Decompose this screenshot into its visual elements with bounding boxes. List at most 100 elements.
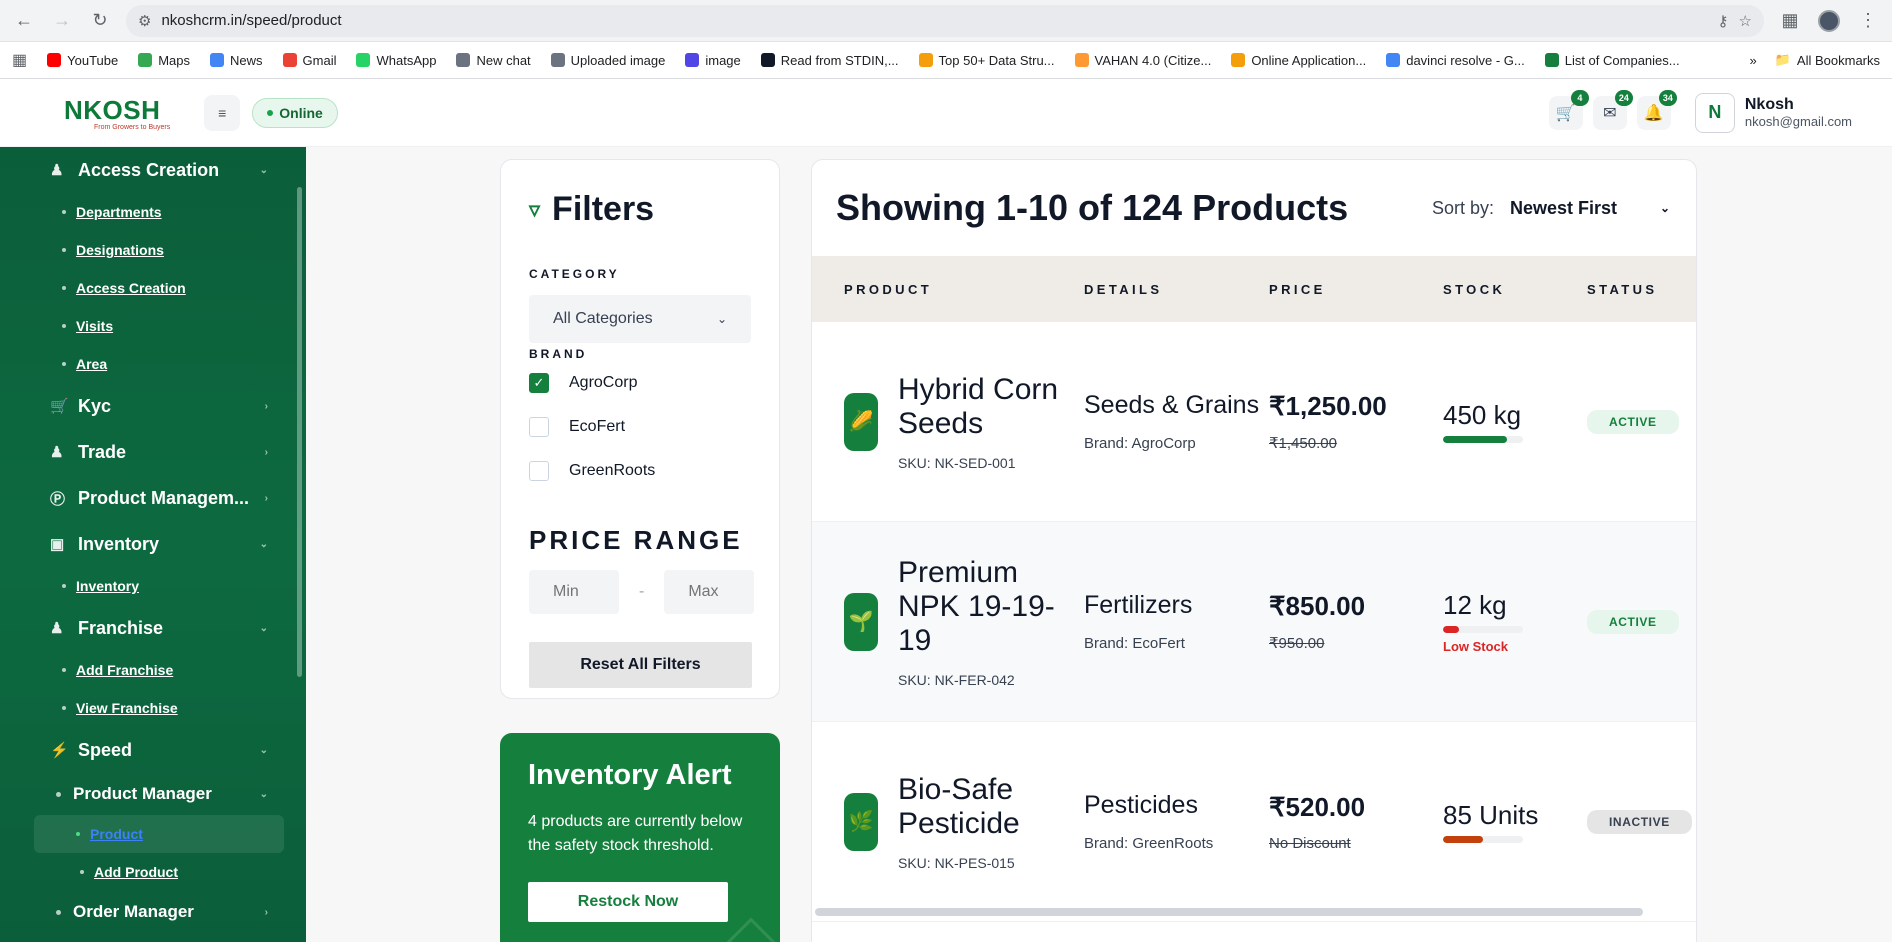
sidebar-subitem[interactable]: Inventory: [0, 567, 306, 605]
product-stock: 450 kg: [1443, 400, 1522, 430]
brand-checkbox[interactable]: ✓: [529, 373, 549, 393]
sidebar-subitem[interactable]: Access Creation: [0, 269, 306, 307]
bookmark-item[interactable]: News: [210, 53, 263, 68]
product-name[interactable]: Hybrid Corn Seeds: [898, 373, 1084, 441]
restock-now-button[interactable]: Restock Now: [528, 882, 728, 922]
sidebar-item-add-product[interactable]: Add Product: [0, 853, 306, 891]
price-min-input[interactable]: [529, 570, 619, 614]
brand-option[interactable]: EcoFert: [529, 405, 751, 449]
product-brand: Brand: AgroCorp: [1084, 434, 1196, 452]
sidebar-item-order-manager[interactable]: Order Manager ›: [0, 891, 306, 933]
bookmark-item[interactable]: New chat: [456, 53, 531, 68]
profile-avatar[interactable]: [1818, 9, 1840, 32]
address-bar[interactable]: ⚙ nkoshcrm.in/speed/product ⚷ ☆: [126, 4, 1764, 37]
stock-level-fill: [1443, 836, 1483, 843]
brand-option-label: EcoFert: [569, 418, 626, 435]
bookmark-item[interactable]: Gmail: [282, 53, 336, 68]
bookmark-item[interactable]: image: [685, 53, 741, 68]
more-bookmarks-icon[interactable]: »: [1750, 53, 1757, 68]
table-row[interactable]: 🌽 Hybrid Corn Seeds SKU: NK-SED-001 Seed…: [812, 322, 1696, 522]
sidebar-section-speed[interactable]: ⚡ Speed ⌄: [0, 727, 306, 773]
bookmark-item[interactable]: WhatsApp: [356, 53, 436, 68]
category-select-value: All Categories: [553, 310, 653, 327]
sidebar-section-trade[interactable]: ♟ Trade ›: [0, 429, 306, 475]
status-dot: [267, 109, 274, 116]
product-old-price: ₹950.00: [1269, 635, 1325, 652]
column-header-product: PRODUCT: [844, 281, 933, 297]
bookmark-favicon-icon: [550, 53, 565, 67]
sidebar-subitem[interactable]: Visits: [0, 307, 306, 345]
bookmark-item[interactable]: Read from STDIN,...: [760, 53, 899, 68]
bookmark-item[interactable]: Maps: [138, 53, 190, 68]
sidebar-section-kyc[interactable]: 🛒 Kyc ›: [0, 383, 306, 429]
section-label: Inventory: [78, 533, 160, 554]
reset-filters-button[interactable]: Reset All Filters: [529, 642, 752, 688]
section-label: Trade: [78, 441, 127, 462]
bookmark-item[interactable]: davinci resolve - G...: [1386, 53, 1525, 68]
back-icon[interactable]: ←: [12, 9, 36, 33]
category-select[interactable]: All Categories ⌄: [529, 295, 751, 343]
nkosh-logo[interactable]: NKOSH From Growers to Buyers: [64, 95, 170, 131]
sort-select[interactable]: Newest First ⌄: [1510, 198, 1670, 219]
table-row[interactable]: 🌱 Premium NPK 19-19-19 SKU: NK-FER-042 F…: [812, 522, 1696, 722]
apps-grid-icon[interactable]: ▦: [12, 50, 27, 70]
chrome-menu-icon[interactable]: ⋮: [1856, 9, 1880, 33]
sidebar-subitem[interactable]: View Franchise: [0, 689, 306, 727]
brand-checkbox[interactable]: [529, 417, 549, 437]
url-text[interactable]: nkoshcrm.in/speed/product: [161, 12, 1707, 29]
section-label: Franchise: [78, 617, 164, 638]
bullet-dot: [62, 286, 66, 290]
low-stock-warning: Low Stock: [1443, 638, 1509, 654]
product-name[interactable]: Bio-Safe Pesticide: [898, 773, 1084, 841]
decorative-diamond-icon: [718, 917, 780, 942]
all-bookmarks-link[interactable]: 📁 All Bookmarks: [1775, 52, 1880, 68]
bookmark-label: Online Application...: [1251, 52, 1367, 68]
user-menu[interactable]: N Nkosh nkosh@gmail.com: [1694, 92, 1852, 133]
sidebar-section-product-management[interactable]: Ⓟ Product Managem... ›: [0, 475, 306, 521]
chevron-down-icon: ⌄: [716, 312, 727, 326]
sidebar-subitem[interactable]: Designations: [0, 231, 306, 269]
bookmark-item[interactable]: Online Application...: [1231, 53, 1366, 68]
filters-panel: ▿ Filters CATEGORY All Categories ⌄ BRAN…: [500, 159, 780, 699]
sidebar-section-access-creation[interactable]: ♟ Access Creation ⌄: [0, 147, 306, 193]
bookmark-item[interactable]: List of Companies...: [1544, 52, 1680, 68]
site-info-icon[interactable]: ⚙: [138, 12, 151, 30]
price-max-input[interactable]: [664, 570, 755, 614]
bookmark-favicon-icon: [47, 53, 62, 67]
horizontal-scrollbar[interactable]: [815, 908, 1643, 916]
price-range-inputs: -: [529, 570, 755, 614]
brand-checkbox[interactable]: [529, 461, 549, 481]
mail-icon[interactable]: ✉ 24: [1592, 89, 1633, 130]
sidebar-subitem[interactable]: Departments: [0, 193, 306, 231]
sidebar-scrollbar[interactable]: [297, 187, 302, 677]
subitem-label: Add Product: [94, 864, 178, 880]
brand-option[interactable]: ✓ AgroCorp: [529, 361, 751, 405]
bookmark-item[interactable]: YouTube: [47, 53, 118, 68]
bookmark-star-icon[interactable]: ☆: [1739, 12, 1752, 30]
bullet-dot: [76, 832, 80, 836]
sidebar-subitem[interactable]: Add Franchise: [0, 651, 306, 689]
bookmark-item[interactable]: VAHAN 4.0 (Citize...: [1074, 53, 1211, 68]
sidebar-subitem[interactable]: Area: [0, 345, 306, 383]
sidebar-section-franchise[interactable]: ♟ Franchise ⌄: [0, 605, 306, 651]
table-row[interactable]: 🌿 Bio-Safe Pesticide SKU: NK-PES-015 Pes…: [812, 722, 1696, 922]
forward-icon[interactable]: →: [50, 9, 74, 33]
reload-icon[interactable]: ↻: [88, 9, 112, 33]
sidebar-toggle-icon[interactable]: ≡: [204, 94, 241, 131]
brand-checkbox-list: ✓ AgroCorp EcoFert GreenRoots: [529, 361, 751, 493]
password-key-icon[interactable]: ⚷: [1718, 12, 1729, 30]
sidebar-item-product-manager[interactable]: Product Manager ⌄: [0, 773, 306, 815]
bookmark-item[interactable]: Uploaded image: [550, 52, 666, 68]
bell-icon[interactable]: 🔔 34: [1636, 89, 1677, 130]
brand-option[interactable]: GreenRoots: [529, 449, 751, 493]
bookmark-label: Uploaded image: [570, 52, 666, 68]
product-name[interactable]: Premium NPK 19-19-19: [898, 556, 1084, 658]
subitem-label: Area: [76, 356, 108, 372]
sidebar-section-inventory[interactable]: ▣ Inventory ⌄: [0, 521, 306, 567]
cart-icon[interactable]: 🛒 4: [1548, 89, 1589, 130]
sidebar-item-product[interactable]: Product: [34, 815, 284, 853]
bookmark-item[interactable]: Top 50+ Data Stru...: [918, 53, 1055, 68]
filters-heading: ▿ Filters: [529, 190, 751, 229]
extensions-icon[interactable]: ▦: [1778, 9, 1802, 33]
bookmark-label: List of Companies...: [1564, 52, 1680, 68]
